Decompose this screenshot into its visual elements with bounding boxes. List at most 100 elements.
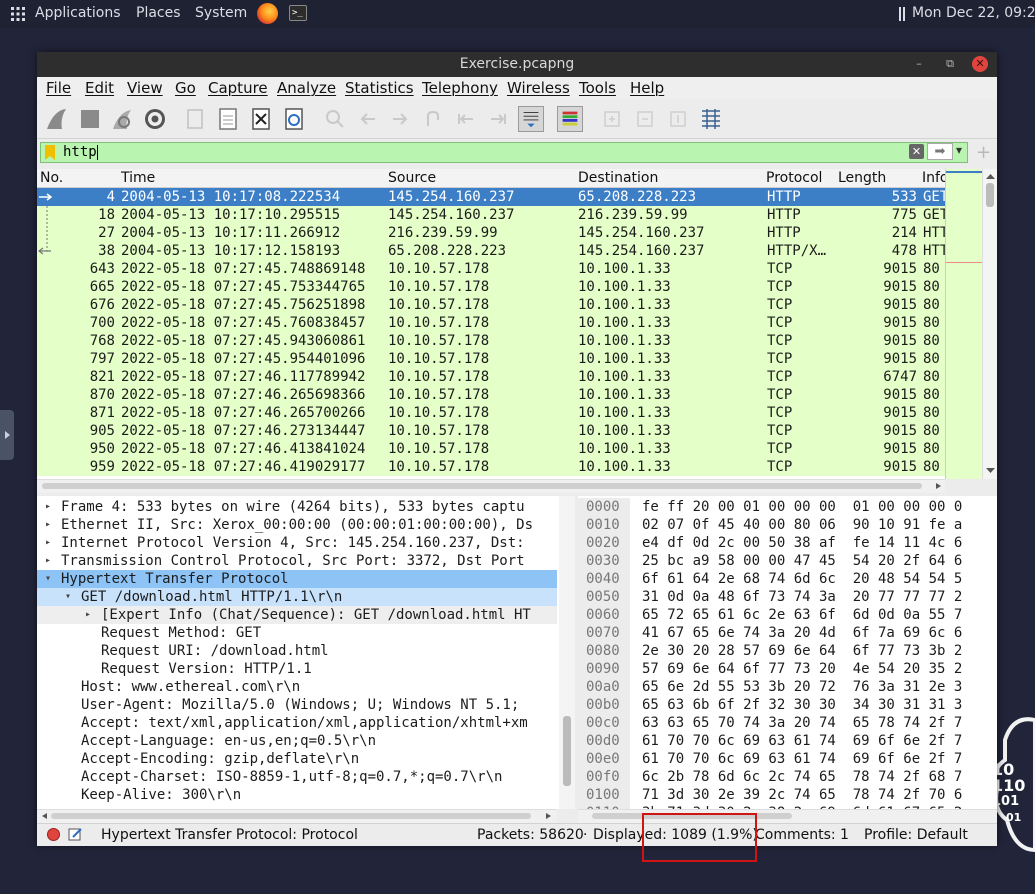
detail-tree-item[interactable]: Accept-Language: en-us,en;q=0.5\r\n — [37, 732, 557, 750]
window-titlebar[interactable]: Exercise.pcapng – ⧉ ✕ — [37, 52, 997, 77]
maximize-button[interactable]: ⧉ — [942, 56, 958, 72]
capture-options-gear-icon[interactable] — [142, 106, 168, 132]
filter-dropdown-icon[interactable]: ▾ — [956, 143, 962, 157]
minimize-button[interactable]: – — [911, 56, 927, 72]
packet-row[interactable]: 870 2022-05-18 07:27:46.265698366 10.10.57… — [37, 386, 945, 404]
save-file-icon[interactable] — [215, 106, 241, 132]
menu-statistics[interactable]: Statistics — [345, 79, 414, 97]
col-header-time[interactable]: Time — [121, 170, 155, 186]
bytes-row[interactable]: 00d0 61 70 70 6c 69 63 61 74 69 6f 6e 2f … — [578, 732, 997, 750]
detail-tree-item[interactable]: ▸ Internet Protocol Version 4, Src: 145.2… — [37, 534, 557, 552]
bytes-row[interactable]: 0000 fe ff 20 00 01 00 00 00 01 00 00 00 … — [578, 498, 997, 516]
bytes-row[interactable]: 0080 2e 30 20 28 57 69 6e 64 6f 77 73 3b … — [578, 642, 997, 660]
col-header-protocol[interactable]: Protocol — [766, 170, 822, 186]
packet-minimap[interactable] — [945, 169, 983, 479]
bookmark-icon[interactable] — [45, 145, 55, 160]
packet-row[interactable]: 27 2004-05-13 10:17:11.266912 216.239.59.9… — [37, 224, 945, 242]
expand-right-arrow-icon[interactable]: ▸ — [85, 606, 91, 624]
bytes-row[interactable]: 00f0 6c 2b 78 6d 6c 2c 74 65 78 74 2f 68 … — [578, 768, 997, 786]
zoom-in-icon[interactable] — [599, 106, 625, 132]
bytes-row[interactable]: 00e0 61 70 70 6c 69 63 61 74 69 6f 6e 2f … — [578, 750, 997, 768]
details-scroll-thumb[interactable] — [563, 716, 571, 786]
hscroll-thumb[interactable] — [42, 483, 922, 489]
restart-capture-icon[interactable] — [109, 106, 135, 132]
applications-menu[interactable]: Applications — [35, 5, 121, 21]
scroll-thumb[interactable] — [986, 183, 994, 207]
packet-row[interactable]: 676 2022-05-18 07:27:45.756251898 10.10.57… — [37, 296, 945, 314]
close-button[interactable]: ✕ — [972, 56, 988, 72]
packet-list-hscrollbar[interactable] — [37, 479, 945, 493]
menu-tools[interactable]: Tools — [579, 79, 616, 97]
terminal-launcher-icon[interactable]: >_ — [289, 5, 307, 21]
packet-row[interactable]: 18 2004-05-13 10:17:10.295515 145.254.160.… — [37, 206, 945, 224]
menu-wireless[interactable]: Wireless — [507, 79, 570, 97]
scroll-up-icon[interactable] — [983, 170, 997, 182]
packet-row[interactable]: 950 2022-05-18 07:27:46.413841024 10.10.57… — [37, 440, 945, 458]
stop-capture-icon[interactable] — [77, 106, 103, 132]
menu-view[interactable]: View — [127, 79, 163, 97]
bytes-row[interactable]: 00c0 63 63 65 70 74 3a 20 74 65 78 74 2f … — [578, 714, 997, 732]
go-back-icon[interactable] — [355, 106, 381, 132]
details-hscrollbar[interactable] — [37, 809, 557, 823]
details-scrollbar[interactable] — [559, 496, 575, 809]
scroll-right-icon[interactable] — [542, 810, 554, 822]
detail-tree-item[interactable]: Host: www.ethereal.com\r\n — [37, 678, 557, 696]
firefox-launcher-icon[interactable] — [257, 3, 278, 24]
scroll-down-icon[interactable] — [983, 465, 997, 477]
bytes-row[interactable]: 0010 02 07 0f 45 40 00 80 06 90 10 91 fe … — [578, 516, 997, 534]
colorize-icon[interactable] — [557, 106, 583, 132]
menu-telephony[interactable]: Telephony — [422, 79, 498, 97]
bytes-row[interactable]: 0090 57 69 6e 64 6f 77 73 20 4e 54 20 35 … — [578, 660, 997, 678]
menu-analyze[interactable]: Analyze — [277, 79, 336, 97]
expert-info-red-icon[interactable] — [47, 828, 60, 841]
packet-row[interactable]: 38 2004-05-13 10:17:12.158193 65.208.228.2… — [37, 242, 945, 260]
filter-text[interactable]: http — [63, 144, 97, 160]
expand-right-arrow-icon[interactable]: ▸ — [45, 516, 51, 534]
find-packet-icon[interactable] — [322, 106, 348, 132]
add-filter-button-icon[interactable]: + — [976, 142, 991, 163]
menu-file[interactable]: File — [46, 79, 71, 97]
expand-right-arrow-icon[interactable]: ▸ — [45, 552, 51, 570]
shark-fin-start-icon[interactable] — [44, 106, 70, 132]
menu-edit[interactable]: Edit — [85, 79, 114, 97]
packet-row[interactable]: 871 2022-05-18 07:27:46.265700266 10.10.57… — [37, 404, 945, 422]
capture-comment-icon[interactable] — [68, 827, 83, 842]
close-file-icon[interactable] — [248, 106, 274, 132]
packet-row[interactable]: 905 2022-05-18 07:27:46.273134447 10.10.57… — [37, 422, 945, 440]
detail-tree-item[interactable]: Keep-Alive: 300\r\n — [37, 786, 557, 804]
detail-tree-item[interactable]: Request Method: GET — [37, 624, 557, 642]
detail-tree-item[interactable]: ▾ Hypertext Transfer Protocol — [37, 570, 557, 588]
apps-grid-icon[interactable] — [11, 7, 25, 21]
open-file-icon[interactable] — [182, 106, 208, 132]
details-hscroll-thumb[interactable] — [51, 813, 531, 819]
bytes-row[interactable]: 0030 25 bc a9 58 00 00 47 45 54 20 2f 64 … — [578, 552, 997, 570]
bytes-hscrollbar[interactable] — [578, 809, 997, 823]
packet-row[interactable]: 797 2022-05-18 07:27:45.954401096 10.10.57… — [37, 350, 945, 368]
packet-row[interactable]: 4 2004-05-13 10:17:08.222534 145.254.160.2… — [37, 188, 945, 206]
bytes-row[interactable]: 00b0 65 63 6b 6f 2f 32 30 30 34 30 31 31 … — [578, 696, 997, 714]
detail-tree-item[interactable]: Accept-Charset: ISO-8859-1,utf-8;q=0.7,*… — [37, 768, 557, 786]
scroll-right-icon[interactable] — [932, 480, 944, 492]
detail-tree-item[interactable]: Request URI: /download.html — [37, 642, 557, 660]
col-header-source[interactable]: Source — [388, 170, 436, 186]
expand-down-arrow-icon[interactable]: ▾ — [45, 570, 51, 588]
resize-columns-icon[interactable] — [698, 106, 724, 132]
last-packet-icon[interactable] — [485, 106, 511, 132]
expand-right-arrow-icon[interactable]: ▸ — [45, 498, 51, 516]
bytes-row[interactable]: 0020 e4 df 0d 2c 00 50 38 af fe 14 11 4c … — [578, 534, 997, 552]
detail-tree-item[interactable]: ▸ Ethernet II, Src: Xerox_00:00:00 (00:00… — [37, 516, 557, 534]
bytes-row[interactable]: 0070 41 67 65 6e 74 3a 20 4d 6f 7a 69 6c … — [578, 624, 997, 642]
packet-row[interactable]: 700 2022-05-18 07:27:45.760838457 10.10.57… — [37, 314, 945, 332]
places-menu[interactable]: Places — [136, 5, 181, 21]
col-header-destination[interactable]: Destination — [578, 170, 658, 186]
detail-tree-item[interactable]: ▸ [Expert Info (Chat/Sequence): GET /down… — [37, 606, 557, 624]
bytes-row[interactable]: 00a0 65 6e 2d 55 53 3b 20 72 76 3a 31 2e … — [578, 678, 997, 696]
zoom-out-icon[interactable] — [632, 106, 658, 132]
bytes-row[interactable]: 0100 71 3d 30 2e 39 2c 74 65 78 74 2f 70 … — [578, 786, 997, 804]
status-profile[interactable]: Profile: Default — [864, 827, 968, 843]
detail-tree-item[interactable]: Accept-Encoding: gzip,deflate\r\n — [37, 750, 557, 768]
col-header-length[interactable]: Length — [838, 170, 886, 186]
detail-tree-item[interactable]: User-Agent: Mozilla/5.0 (Windows; U; Win… — [37, 696, 557, 714]
packet-list-scrollbar[interactable] — [982, 169, 997, 479]
packet-row[interactable]: 821 2022-05-18 07:27:46.117789942 10.10.57… — [37, 368, 945, 386]
